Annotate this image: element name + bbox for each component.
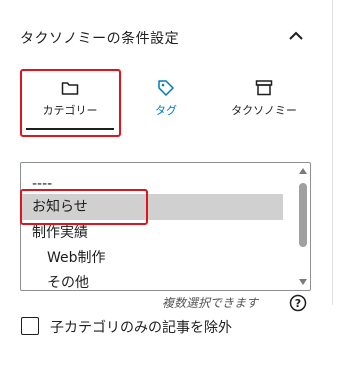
scroll-down-arrow-icon[interactable] (298, 278, 308, 286)
tab-category[interactable]: カテゴリー (20, 72, 120, 134)
panel-divider (332, 0, 333, 305)
scroll-up-arrow-icon[interactable] (298, 167, 308, 175)
multi-select-hint: 複数選択できます (162, 296, 259, 310)
exclude-child-checkbox-label[interactable]: 子カテゴリのみの記事を除外 (50, 317, 232, 337)
tab-tag[interactable]: タグ (116, 72, 216, 134)
listbox-option-selected[interactable]: お知らせ (21, 194, 283, 220)
chevron-up-icon (289, 31, 303, 40)
tab-taxonomy-label: タクソノミー (231, 104, 297, 117)
exclude-child-checkbox[interactable] (21, 317, 39, 335)
listbox-scrollbar[interactable] (296, 163, 310, 290)
svg-text:?: ? (295, 297, 301, 310)
tab-category-label: カテゴリー (42, 104, 98, 117)
listbox-option-child[interactable]: その他 (21, 270, 283, 290)
active-tab-indicator (26, 128, 114, 130)
scrollbar-thumb[interactable] (299, 183, 307, 247)
tag-icon (158, 80, 174, 96)
category-listbox[interactable]: ---- お知らせ 制作実績 Web制作 その他 (20, 162, 311, 291)
folder-icon (61, 82, 79, 95)
tab-tag-label: タグ (155, 104, 177, 117)
archive-icon (255, 80, 273, 96)
collapse-button[interactable] (282, 24, 310, 48)
help-icon[interactable]: ? (289, 294, 307, 312)
listbox-option[interactable]: 制作実績 (21, 220, 283, 246)
listbox-option-child[interactable]: Web制作 (21, 245, 283, 271)
panel-title: タクソノミーの条件設定 (20, 31, 180, 47)
tab-taxonomy[interactable]: タクソノミー (214, 72, 314, 134)
